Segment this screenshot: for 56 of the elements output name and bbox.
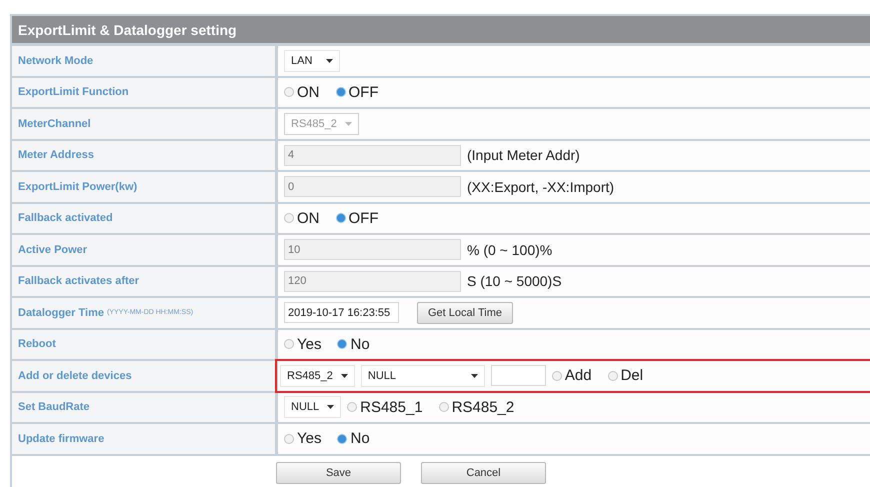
radio-icon[interactable] (337, 434, 348, 444)
field-label: Fallback activated (18, 212, 113, 224)
field-note: (Input Meter Addr) (467, 147, 580, 164)
caret-icon (327, 405, 334, 410)
field-note: % (0 ~ 100)% (467, 242, 552, 258)
radio-option[interactable]: RS485_1 (347, 398, 423, 416)
radio-option[interactable]: RS485_2 (438, 398, 514, 416)
radio-icon[interactable] (337, 339, 348, 350)
radio-icon[interactable] (284, 434, 294, 444)
field-label: Set BaudRate (18, 401, 90, 414)
dropdown[interactable]: RS485_2 (280, 364, 355, 387)
field-note: (XX:Export, -XX:Import) (467, 178, 614, 195)
panel-title: ExportLimit & Datalogger setting (18, 22, 237, 38)
radio-option[interactable]: Del (608, 367, 644, 384)
field-label: Fallback activates after (18, 275, 140, 288)
caret-icon (340, 374, 348, 378)
field-note: S (10 ~ 5000)S (467, 273, 562, 290)
field-label: Datalogger Time (18, 306, 104, 319)
radio-option[interactable]: Add (552, 367, 592, 384)
radio-option[interactable]: Yes (284, 336, 322, 353)
radio-option[interactable]: OFF (336, 210, 378, 227)
action-button[interactable]: Save (276, 462, 401, 484)
radio-option[interactable]: Yes (284, 430, 322, 448)
radio-icon[interactable] (438, 402, 449, 412)
radio-icon[interactable] (284, 87, 294, 98)
field-label: Active Power (18, 244, 88, 256)
radio-icon[interactable] (336, 213, 346, 224)
field-label: Network Mode (18, 54, 94, 67)
caret-icon (344, 122, 352, 126)
dropdown[interactable]: NULL (360, 364, 485, 387)
radio-option[interactable]: No (337, 430, 370, 448)
get-local-time-button[interactable]: Get Local Time (417, 302, 513, 324)
field-label: Update firmware (18, 432, 104, 445)
dropdown[interactable]: LAN (284, 50, 340, 72)
input-field[interactable]: 2019-10-17 16:23:55 (284, 302, 399, 324)
radio-option[interactable]: No (337, 336, 370, 353)
field-label: Add or delete devices (18, 370, 132, 382)
radio-icon[interactable] (284, 213, 294, 224)
radio-option[interactable]: OFF (336, 84, 378, 101)
input-field[interactable] (490, 365, 546, 386)
field-label: MeterChannel (18, 118, 91, 130)
radio-icon[interactable] (552, 370, 562, 381)
caret-icon (470, 374, 478, 378)
radio-option[interactable]: ON (284, 84, 320, 101)
radio-icon[interactable] (347, 402, 358, 412)
field-label: Meter Address (18, 149, 94, 162)
radio-icon[interactable] (336, 87, 346, 98)
dropdown[interactable]: NULL (284, 396, 342, 418)
radio-icon[interactable] (608, 370, 618, 381)
caret-icon (326, 58, 333, 63)
action-button[interactable]: Cancel (421, 462, 546, 484)
radio-option[interactable]: ON (284, 210, 320, 227)
radio-icon[interactable] (284, 339, 294, 350)
field-label: ExportLimit Function (18, 86, 129, 98)
field-label: ExportLimit Power(kw) (18, 180, 138, 193)
field-label: Reboot (18, 338, 56, 350)
